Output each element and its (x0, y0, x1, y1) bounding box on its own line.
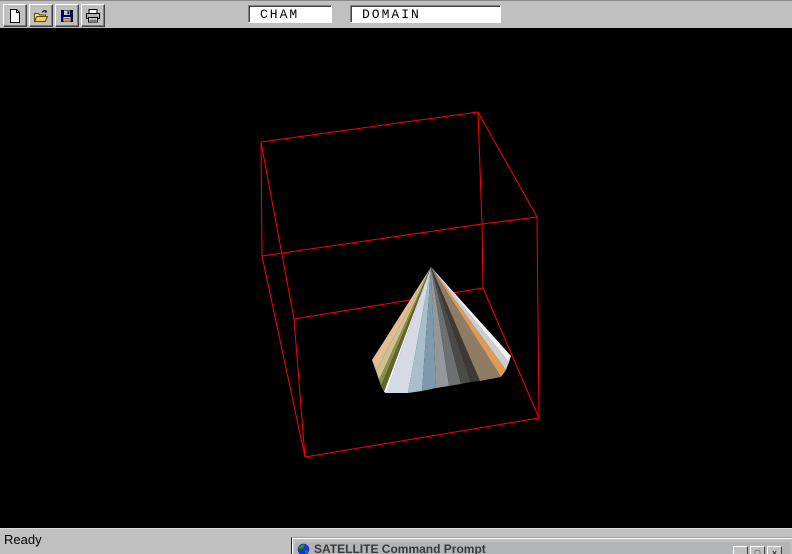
satellite-globe-icon (297, 543, 310, 554)
scene-canvas (260, 111, 540, 458)
window-controls: _ □ × (733, 546, 782, 554)
status-text: Ready (4, 532, 42, 547)
save-button[interactable] (55, 4, 79, 27)
new-document-icon (10, 8, 20, 23)
toolbar (0, 0, 792, 28)
satellite-window-titlebar[interactable]: SATELLITE Command Prompt (295, 542, 790, 554)
cham-input[interactable] (248, 5, 332, 23)
save-floppy-icon (61, 9, 73, 22)
print-icon (86, 8, 100, 22)
application-window: Ready SATELLITE Command Prompt _□× (0, 0, 792, 554)
minimize-button[interactable]: _ (733, 546, 748, 554)
domain-input[interactable] (350, 5, 501, 23)
maximize-button[interactable]: □ (750, 546, 765, 554)
viewport-3d[interactable] (0, 28, 792, 528)
open-folder-icon (33, 9, 49, 22)
cone-object (372, 267, 511, 393)
satellite-window-title: SATELLITE Command Prompt (314, 542, 486, 554)
satellite-window[interactable]: SATELLITE Command Prompt _ □ × (291, 537, 792, 554)
new-button[interactable] (3, 4, 27, 27)
close-button[interactable]: × (767, 546, 782, 554)
domain-wireframe-box (260, 111, 540, 458)
open-button[interactable] (29, 4, 53, 27)
print-button[interactable] (81, 4, 105, 27)
